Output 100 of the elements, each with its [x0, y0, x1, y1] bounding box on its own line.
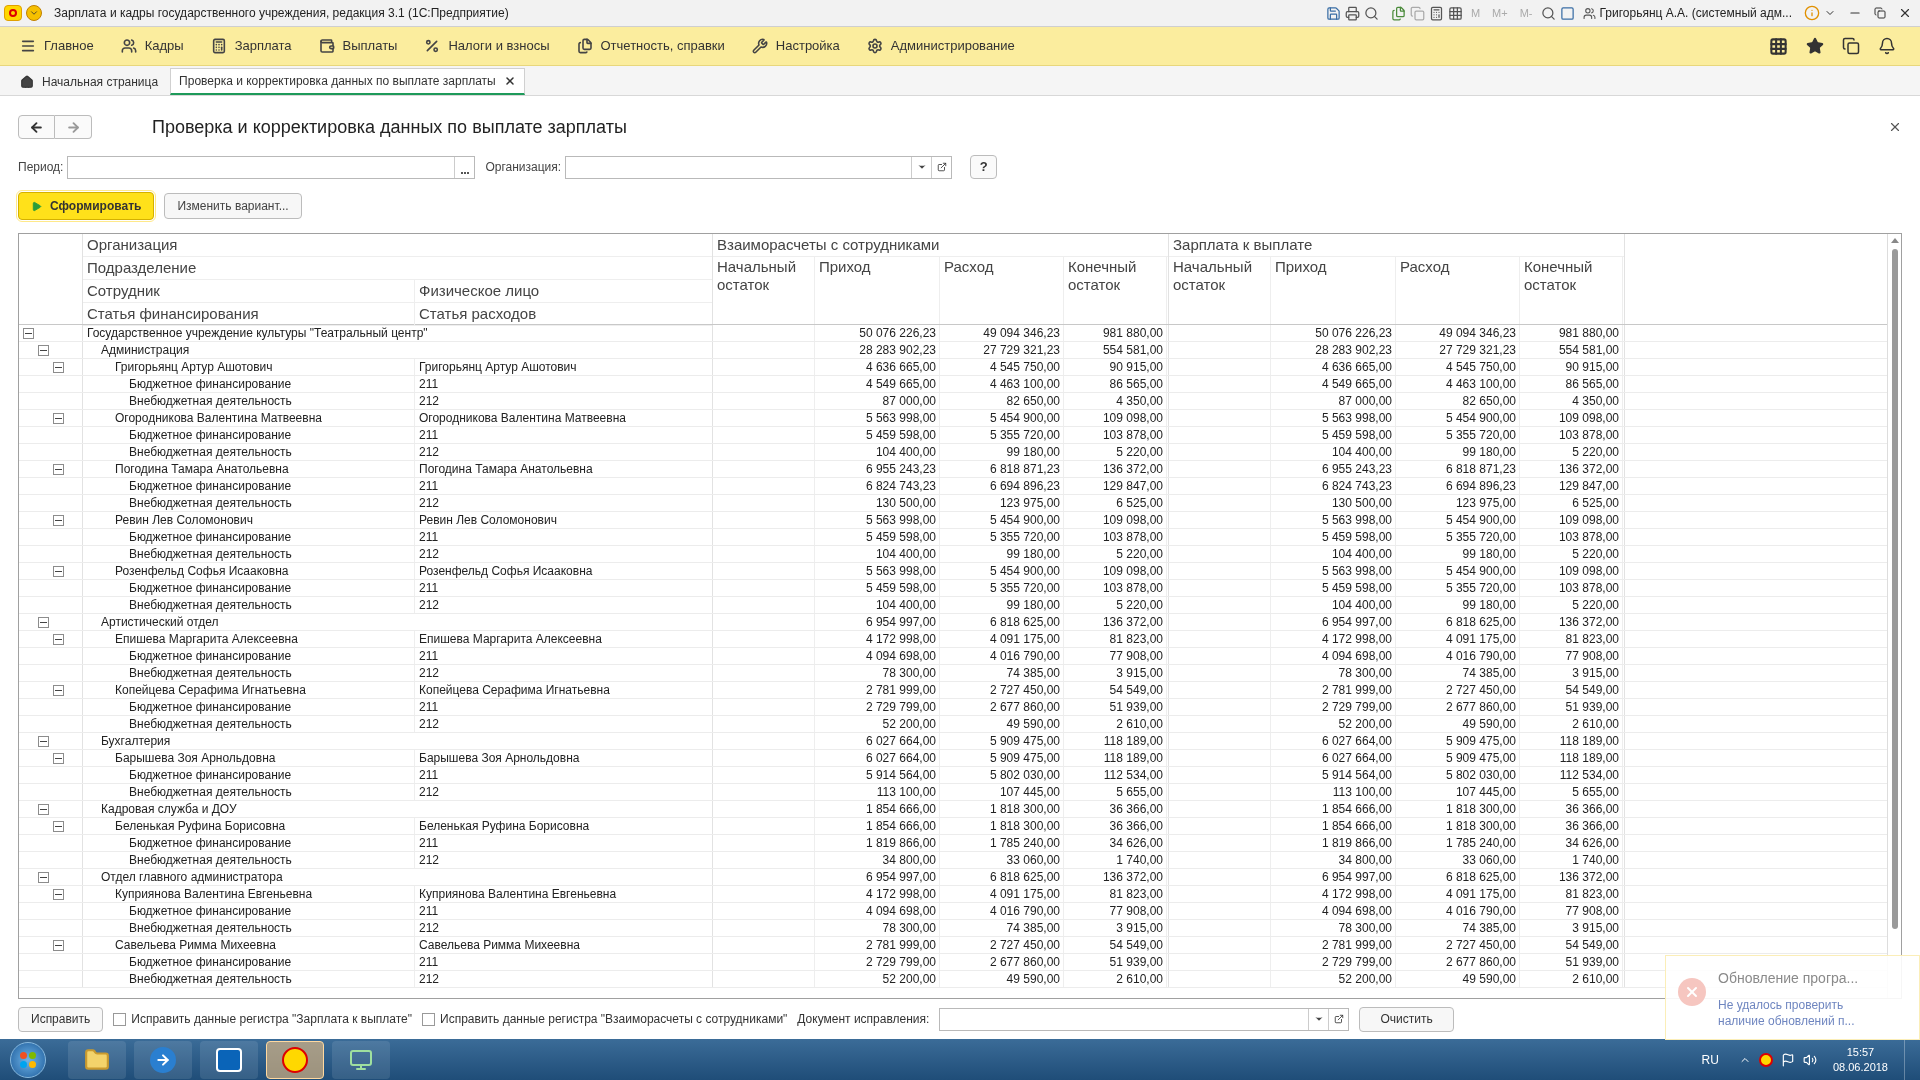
- menu-item[interactable]: Выплаты: [342, 36, 398, 56]
- collapse-toggle[interactable]: [38, 344, 49, 356]
- volume-icon[interactable]: [1802, 1052, 1817, 1067]
- document-field[interactable]: [939, 1007, 1350, 1031]
- collapse-toggle[interactable]: [38, 871, 49, 883]
- generate-button[interactable]: Сформировать: [18, 192, 155, 220]
- collapse-toggle[interactable]: [53, 820, 64, 832]
- user-name[interactable]: Григорьянц А.А. (системный адм...: [1599, 4, 1792, 22]
- back-button[interactable]: [18, 115, 55, 139]
- checkbox-label: Исправить данные регистра "Взаиморасчеты с сотрудниками": [440, 1011, 788, 1028]
- documents-icon[interactable]: [1390, 5, 1406, 21]
- amount-cell: 34 800,00: [882, 853, 936, 867]
- fix-button[interactable]: Исправить: [18, 1006, 104, 1032]
- amount-cell: 5 454 900,00: [1445, 564, 1516, 578]
- tab[interactable]: Проверка и корректировка данных по выплате зарплаты: [170, 68, 525, 95]
- collapse-toggle[interactable]: [38, 803, 49, 815]
- period-field[interactable]: [67, 155, 476, 179]
- row-name: Куприянова Валентина Евгеньевна: [115, 887, 313, 901]
- checkbox[interactable]: [422, 1012, 436, 1026]
- app-taskbar-icon[interactable]: [266, 1040, 324, 1079]
- amount-cell: 82 650,00: [1462, 394, 1516, 408]
- amount-cell: 103 878,00: [1102, 581, 1163, 595]
- app-tray-icon[interactable]: [1758, 1052, 1773, 1067]
- amount-cell: 1 819 866,00: [865, 836, 936, 850]
- amount-cell: 50 076 226,23: [859, 326, 936, 340]
- amount-cell: 34 626,00: [1109, 836, 1163, 850]
- clock-time[interactable]: 15:57: [1846, 1044, 1875, 1060]
- collapse-toggle[interactable]: [53, 684, 64, 696]
- star-icon[interactable]: [1806, 37, 1824, 55]
- amount-cell: 5 802 030,00: [1445, 768, 1516, 782]
- menu-item[interactable]: Налоги и взносы: [448, 36, 550, 56]
- amount-cell: 4 350,00: [1116, 394, 1163, 408]
- amount-cell: 130 500,00: [875, 496, 936, 510]
- collapse-toggle[interactable]: [53, 888, 64, 900]
- column-header: Конечный остаток: [1068, 258, 1138, 294]
- menu-item[interactable]: Кадры: [144, 36, 184, 56]
- amount-cell: 3 915,00: [1572, 921, 1619, 935]
- clear-button[interactable]: Очистить: [1359, 1006, 1454, 1032]
- amount-cell: 5 459 598,00: [865, 428, 936, 442]
- scroll-up-icon[interactable]: [1890, 238, 1899, 243]
- collapse-toggle[interactable]: [53, 361, 64, 373]
- preview-icon[interactable]: [1363, 5, 1379, 21]
- amount-cell: 50 076 226,23: [1315, 326, 1392, 340]
- amount-cell: 99 180,00: [1006, 445, 1060, 459]
- zoom-icon[interactable]: [1540, 5, 1556, 21]
- amount-cell: 5 909 475,00: [1445, 751, 1516, 765]
- close-tab-icon[interactable]: [503, 75, 516, 87]
- bell-icon[interactable]: [1878, 37, 1896, 55]
- collapse-toggle[interactable]: [53, 412, 64, 424]
- change-variant-button[interactable]: Изменить вариант...: [164, 193, 302, 219]
- menu-dropdown-icon[interactable]: [26, 5, 42, 21]
- apps-icon[interactable]: [1769, 36, 1788, 56]
- user-icon[interactable]: [1582, 6, 1596, 20]
- menu-item[interactable]: Отчетность, справки: [600, 36, 725, 56]
- menu-item[interactable]: Администрирование: [890, 36, 1015, 56]
- menu-item[interactable]: Настройка: [775, 36, 840, 56]
- monitor-taskbar-icon[interactable]: [332, 1040, 390, 1079]
- arrow-taskbar-icon[interactable]: [134, 1040, 192, 1079]
- amount-cell: 54 549,00: [1109, 938, 1163, 952]
- amount-cell: 5 355 720,00: [1445, 581, 1516, 595]
- row-detail: Копейцева Серафима Игнатьевна: [419, 683, 610, 697]
- panel-icon[interactable]: [1559, 5, 1575, 21]
- collapse-toggle[interactable]: [23, 327, 34, 339]
- tab[interactable]: Начальная страница: [12, 68, 167, 95]
- organization-field[interactable]: [565, 155, 953, 179]
- start-button[interactable]: [10, 1041, 46, 1078]
- amount-cell: 6 694 896,23: [1445, 479, 1516, 493]
- collapse-toggle[interactable]: [53, 514, 64, 526]
- menu-item[interactable]: Зарплата: [234, 36, 292, 56]
- amount-cell: 113 100,00: [876, 785, 936, 799]
- close-icon[interactable]: [1888, 120, 1902, 134]
- collapse-toggle[interactable]: [53, 463, 64, 475]
- close-icon[interactable]: [1898, 6, 1912, 20]
- amount-cell: 5 454 900,00: [989, 411, 1060, 425]
- folder-taskbar-icon[interactable]: [68, 1040, 126, 1079]
- amount-cell: 2 727 450,00: [1445, 938, 1516, 952]
- print-icon[interactable]: [1344, 5, 1360, 21]
- help-button[interactable]: ?: [970, 155, 998, 179]
- amount-cell: 1 818 300,00: [1445, 819, 1516, 833]
- row-detail: 211: [419, 649, 439, 663]
- checkbox[interactable]: [113, 1012, 127, 1026]
- collapse-toggle[interactable]: [53, 939, 64, 951]
- amount-cell: 74 385,00: [1462, 666, 1516, 680]
- restore-icon[interactable]: [1874, 7, 1886, 19]
- language-indicator[interactable]: RU: [1701, 1050, 1719, 1069]
- row-detail: 212: [419, 394, 440, 408]
- collapse-toggle[interactable]: [53, 752, 64, 764]
- menu-item[interactable]: Главное: [44, 36, 94, 56]
- calculator-icon[interactable]: [1428, 5, 1444, 21]
- amount-cell: 1 854 666,00: [1321, 802, 1392, 816]
- flag-icon[interactable]: [1780, 1052, 1795, 1067]
- amount-cell: 103 878,00: [1102, 530, 1163, 544]
- collapse-toggle[interactable]: [53, 565, 64, 577]
- amount-cell: 6 818 871,23: [989, 462, 1060, 476]
- clock-date[interactable]: 08.06.2018: [1832, 1059, 1888, 1075]
- amount-cell: 554 581,00: [1558, 343, 1619, 357]
- collapse-toggle[interactable]: [53, 633, 64, 645]
- collapse-toggle[interactable]: [38, 735, 49, 747]
- collapse-toggle[interactable]: [38, 616, 49, 628]
- save-icon[interactable]: [1325, 5, 1341, 21]
